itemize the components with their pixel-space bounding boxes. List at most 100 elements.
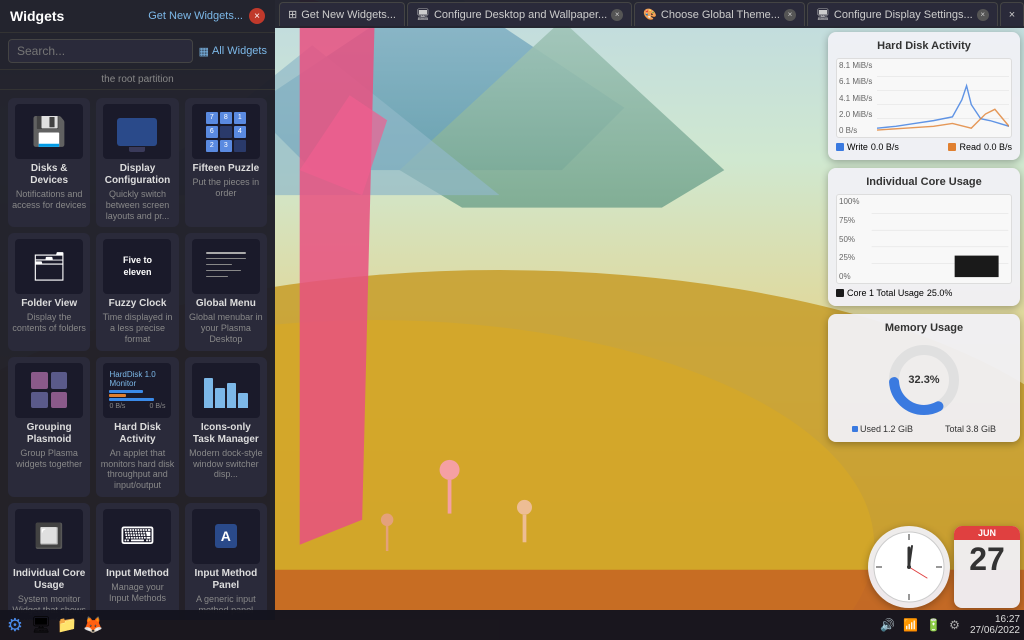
widget-item-disks-&-devices[interactable]: 💾 Disks & Devices Notifications and acce… bbox=[8, 98, 90, 227]
read-dot bbox=[948, 143, 956, 151]
widget-item-fifteen-puzzle[interactable]: 781 64 23 Fifteen Puzzle Put the pieces … bbox=[185, 98, 267, 227]
top-tabs-bar: ⊞ Get New Widgets... 🖥 Configure Desktop… bbox=[275, 0, 1024, 28]
core-label: Core 1 Total Usage bbox=[847, 288, 924, 298]
tab-close-btn[interactable]: × bbox=[784, 9, 796, 21]
taskbar-firefox-icon[interactable]: 🦊 bbox=[82, 614, 104, 636]
widget-item-global-menu[interactable]: Global Menu Global menubar in your Plasm… bbox=[185, 233, 267, 350]
widget-name: Folder View bbox=[21, 298, 77, 310]
tray-network-icon[interactable]: 📶 bbox=[901, 616, 920, 634]
read-value: 0.0 B/s bbox=[984, 142, 1012, 152]
memory-usage-widget: Memory Usage 32.3% Used 1.2 GiB Total 3.… bbox=[828, 314, 1020, 442]
write-value: 0.0 B/s bbox=[871, 142, 899, 152]
widget-desc: Global menubar in your Plasma Desktop bbox=[189, 312, 263, 344]
memory-title: Memory Usage bbox=[836, 322, 1012, 334]
widget-name: Display Configuration bbox=[100, 163, 174, 187]
used-value: 1.2 GiB bbox=[883, 424, 913, 434]
all-widgets-filter-button[interactable]: ▦ All Widgets bbox=[199, 45, 267, 58]
tab-configure-desktop[interactable]: 🖥 Configure Desktop and Wallpaper... × bbox=[407, 2, 632, 26]
widget-name: Input Method Panel bbox=[189, 568, 263, 592]
widgets-scroll-area[interactable]: 💾 Disks & Devices Notifications and acce… bbox=[0, 90, 275, 620]
widget-item-hard-disk-activity[interactable]: HardDisk 1.0 Monitor 0 B/s0 B/s Hard Dis… bbox=[96, 357, 178, 497]
widget-desc: An applet that monitors hard disk throug… bbox=[100, 448, 174, 491]
widget-name: Input Method bbox=[106, 568, 169, 580]
widget-desc: Modern dock-style window switcher disp..… bbox=[189, 448, 263, 480]
search-row: ▦ All Widgets bbox=[0, 33, 275, 70]
widget-name: Grouping Plasmoid bbox=[12, 422, 86, 446]
widget-item-folder-view[interactable]: 🗂 Folder View Display the contents of fo… bbox=[8, 233, 90, 350]
core-chart-area: 100% 75% 50% 25% 0% bbox=[836, 194, 1012, 284]
tray-volume-icon[interactable]: 🔊 bbox=[878, 616, 897, 634]
tab-icon: 🖥 bbox=[416, 8, 430, 21]
get-new-widgets-button[interactable]: Get New Widgets... bbox=[148, 10, 243, 22]
widget-name: Global Menu bbox=[196, 298, 256, 310]
widget-icon-grouping bbox=[15, 363, 83, 418]
widget-icon-hdd: HardDisk 1.0 Monitor 0 B/s0 B/s bbox=[103, 363, 171, 418]
write-label: Write bbox=[847, 142, 868, 152]
tab-label: Choose Global Theme... bbox=[661, 9, 780, 21]
disk-chart-svg-area bbox=[877, 61, 1009, 135]
widget-icon-folder: 🗂 bbox=[15, 239, 83, 294]
disk-y-label-3: 4.1 MiB/s bbox=[837, 94, 875, 103]
widget-item-grouping-plasmoid[interactable]: Grouping Plasmoid Group Plasma widgets t… bbox=[8, 357, 90, 497]
widget-desc: Notifications and access for devices bbox=[12, 189, 86, 211]
core-y-100: 100% bbox=[837, 197, 869, 206]
widget-icon-taskmanager bbox=[192, 363, 260, 418]
widget-item-display-configuration[interactable]: Display Configuration Quickly switch bet… bbox=[96, 98, 178, 227]
close-panel-button[interactable]: × bbox=[249, 8, 265, 24]
widget-name: Disks & Devices bbox=[12, 163, 86, 187]
tab-display-settings[interactable]: 🖥 Configure Display Settings... × bbox=[807, 2, 998, 26]
tab-close-btn[interactable]: × bbox=[611, 9, 623, 21]
tab-icon: 🖥 bbox=[816, 8, 830, 21]
disk-chart-area: 8.1 MiB/s 6.1 MiB/s 4.1 MiB/s 2.0 MiB/s … bbox=[836, 58, 1012, 138]
memory-donut-chart: 32.3% bbox=[836, 340, 1012, 420]
tab-choose-theme[interactable]: 🎨 Choose Global Theme... × bbox=[634, 2, 805, 26]
used-dot bbox=[852, 426, 858, 432]
widget-desc: Display the contents of folders bbox=[12, 312, 86, 334]
clock-date: 27/06/2022 bbox=[970, 625, 1020, 636]
widget-item-icons-only-task-manager[interactable]: Icons-only Task Manager Modern dock-styl… bbox=[185, 357, 267, 497]
widget-name: Icons-only Task Manager bbox=[189, 422, 263, 446]
widget-item-input-method[interactable]: ⌨ Input Method Manage your Input Methods bbox=[96, 503, 178, 620]
tab-get-new-widgets[interactable]: ⊞ Get New Widgets... bbox=[279, 2, 405, 26]
taskbar: ⚙ 🖥 📁 🦊 🔊 📶 🔋 ⚙ 16:27 27/06/2022 bbox=[0, 610, 1024, 640]
widget-icon-puzzle: 781 64 23 bbox=[192, 104, 260, 159]
calendar-day: 27 bbox=[969, 540, 1005, 578]
widget-icon-core: 🔲 bbox=[15, 509, 83, 564]
widget-icon-display bbox=[103, 104, 171, 159]
tab-icon: ⊞ bbox=[288, 8, 297, 21]
widget-desc: Put the pieces in order bbox=[189, 177, 263, 199]
widget-icon-disk: 💾 bbox=[15, 104, 83, 159]
taskbar-right-section: 🔊 📶 🔋 ⚙ 16:27 27/06/2022 bbox=[878, 614, 1020, 636]
used-label: Used bbox=[860, 424, 881, 434]
widget-item-fuzzy-clock[interactable]: Five toeleven Fuzzy Clock Time displayed… bbox=[96, 233, 178, 350]
filter-icon: ▦ bbox=[199, 45, 209, 58]
system-clock[interactable]: 16:27 27/06/2022 bbox=[970, 614, 1020, 636]
read-label: Read bbox=[959, 142, 981, 152]
disk-y-label-4: 6.1 MiB/s bbox=[837, 77, 875, 86]
disk-y-label-2: 2.0 MiB/s bbox=[837, 110, 875, 119]
core-y-75: 75% bbox=[837, 216, 869, 225]
taskbar-plasma-icon[interactable]: ⚙ bbox=[4, 614, 26, 636]
disk-stats-row: Write 0.0 B/s Read 0.0 B/s bbox=[836, 142, 1012, 152]
tab-label: Configure Display Settings... bbox=[834, 9, 973, 21]
core-y-0: 0% bbox=[837, 272, 869, 281]
widget-desc: Time displayed in a less precise format bbox=[100, 312, 174, 344]
tab-close-all[interactable]: × bbox=[1000, 2, 1024, 26]
analog-clock-widget bbox=[868, 526, 950, 608]
tab-close-btn[interactable]: × bbox=[977, 9, 989, 21]
widget-item-input-method-panel[interactable]: A Input Method Panel A generic input met… bbox=[185, 503, 267, 620]
widget-item-individual-core-usage[interactable]: 🔲 Individual Core Usage System monitor W… bbox=[8, 503, 90, 620]
search-input[interactable] bbox=[8, 39, 193, 63]
widget-icon-keyboard: ⌨ bbox=[103, 509, 171, 564]
taskbar-desktop-icon[interactable]: 🖥 bbox=[30, 614, 52, 636]
widgets-panel-header: Widgets Get New Widgets... × bbox=[0, 0, 275, 33]
widget-name: Individual Core Usage bbox=[12, 568, 86, 592]
calendar-month: JUN bbox=[954, 526, 1020, 540]
taskbar-files-icon[interactable]: 📁 bbox=[56, 614, 78, 636]
widget-name: Fuzzy Clock bbox=[109, 298, 167, 310]
tray-settings-icon[interactable]: ⚙ bbox=[947, 616, 962, 634]
tab-label: Configure Desktop and Wallpaper... bbox=[434, 9, 607, 21]
tray-battery-icon[interactable]: 🔋 bbox=[924, 616, 943, 634]
widget-icon-fuzzy: Five toeleven bbox=[103, 239, 171, 294]
core-usage-title: Individual Core Usage bbox=[836, 176, 1012, 188]
